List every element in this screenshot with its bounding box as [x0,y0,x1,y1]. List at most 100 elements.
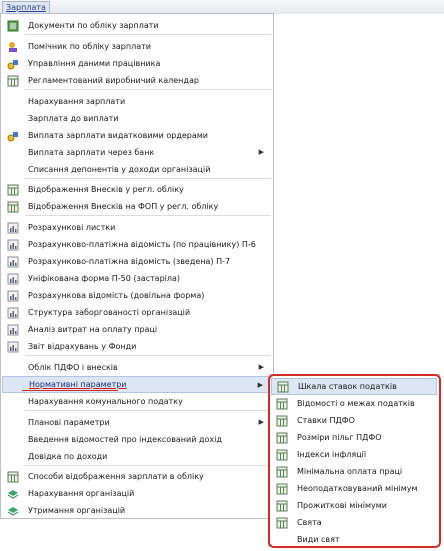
document-list-icon [2,17,24,34]
report-icon [2,236,24,253]
menu-item[interactable]: Довідка по доходи [2,448,272,465]
submenu-item[interactable]: Ставки ПДФО [271,412,437,429]
submenu-item-label: Мінімальна оплата праці [297,467,403,476]
menu-item-label: Утримання організацій [28,506,126,515]
report-icon [2,219,24,236]
menu-separator [25,89,271,90]
menu-item[interactable]: Управління даними працівника [2,55,272,72]
menu-item[interactable]: Аналіз витрат на оплату праці [2,321,272,338]
report-icon [2,287,24,304]
menu-item-label: Звіт відрахувань у Фонди [28,342,137,351]
menu-item-label: Способи відображення зарплати в обліку [28,472,204,481]
menu-item[interactable]: Способи відображення зарплати в обліку [2,468,272,485]
menu-item-label: Нормативні параметри [29,380,127,389]
submenu-arrow-icon: ▶ [258,148,264,156]
submenu-item[interactable]: Індекси інфляції [271,446,437,463]
menu-item[interactable]: Відображення Внесків на ФОП у регл. облі… [2,198,272,215]
menu-item[interactable]: Розрахункові листки [2,219,272,236]
menu-separator [25,410,271,411]
submenu-item-label: Відомості о межах податків [297,399,415,408]
menu-item[interactable]: Розрахунково-платіжна відомість (по прац… [2,236,272,253]
submenu-arrow-icon: ▶ [258,363,264,371]
menu-item[interactable]: Облік ПДФО і внесків ▶ [2,359,272,376]
table-icon [271,514,293,531]
menu-item[interactable]: Розрахункова відомість (довільна форма) [2,287,272,304]
menu-item[interactable]: Документи по обліку зарплати [2,17,272,34]
table-icon [2,198,24,215]
submenu-item[interactable]: Неоподатковуваний мінімум [271,480,437,497]
submenu-arrow-icon: ▶ [257,381,263,389]
menu-separator [25,215,271,216]
menu-item-label: Виплата зарплати через банк [28,148,155,157]
menu-item-label: Управління даними працівника [28,59,161,68]
table-icon [271,497,293,514]
menu-item-label: Відображення Внесків у регл. обліку [28,185,184,194]
submenu-item[interactable]: Відомості о межах податків [271,395,437,412]
menu-item-label: Нарахування комунального податку [28,397,183,406]
menu-item[interactable]: Розрахунково-платіжна відомість (зведена… [2,253,272,270]
menu-item-label: Нарахування зарплати [28,97,126,106]
menu-item[interactable]: Утримання організацій [2,502,272,519]
menu-item-label: Відображення Внесків на ФОП у регл. облі… [28,202,219,211]
menu-item-label: Документи по обліку зарплати [28,21,159,30]
menu-separator [25,465,271,466]
menu-item[interactable]: Нарахування зарплати [2,93,272,110]
menu-item[interactable]: Структура заборгованості організацій [2,304,272,321]
menu-item-label: Розрахунково-платіжна відомість (по прац… [28,240,256,249]
submenu-item-label: Індекси інфляції [297,450,367,459]
menu-item[interactable]: Помічник по обліку зарплати [2,38,272,55]
menu-item-label: Розрахункові листки [28,223,116,232]
table-icon [2,181,24,198]
menu-item[interactable]: Планові параметри ▶ [2,414,272,431]
menu-item[interactable]: Списання депонентів у доходи організацій [2,161,272,178]
normative-params-submenu: Шкала ставок податків Відомості о межах п… [268,374,440,547]
menu-item-label: Списання депонентів у доходи організацій [28,165,211,174]
menu-item[interactable]: Регламентований виробничий календар [2,72,272,89]
menu-item[interactable]: Уніфікована форма П-50 (застаріла) [2,270,272,287]
report-icon [2,253,24,270]
menu-item[interactable]: Нарахування організацій [2,485,272,502]
menu-item[interactable]: Введення відомостей про індексований дох… [2,431,272,448]
stack-icon [2,485,24,502]
report-icon [2,304,24,321]
menu-item[interactable]: Виплата зарплати видатковими ордерами [2,127,272,144]
menu-item[interactable]: Звіт відрахувань у Фонди [2,338,272,355]
menu-item-label: Введення відомостей про індексований дох… [28,435,222,444]
submenu-item[interactable]: Мінімальна оплата праці [271,463,437,480]
menu-item-label: Розрахункова відомість (довільна форма) [28,291,205,300]
calendar-icon [2,72,24,89]
menu-item-label: Регламентований виробничий календар [28,76,199,85]
menu-separator [25,355,271,356]
assistant-icon [2,38,24,55]
submenu-item[interactable]: Прожиткові мінімуми [271,497,437,514]
report-icon [2,270,24,287]
menu-bar: Зарплата [0,0,444,14]
submenu-item[interactable]: Види свят [271,531,437,548]
submenu-item[interactable]: Шкала ставок податків [271,378,437,395]
menu-item-label: Помічник по обліку зарплати [28,42,151,51]
submenu-item-label: Неоподатковуваний мінімум [297,484,418,493]
table-icon [271,429,293,446]
payment-key-icon [2,127,24,144]
table-icon [271,463,293,480]
submenu-item-label: Ставки ПДФО [297,416,355,425]
submenu-item[interactable]: Розміри пільг ПДФО [271,429,437,446]
menu-item-label: Зарплата до виплати [28,114,119,123]
stack-icon [2,502,24,519]
menu-item[interactable]: Нарахування комунального податку [2,393,272,410]
menu-item[interactable]: Виплата зарплати через банк ▶ [2,144,272,161]
submenu-item[interactable]: Свята [271,514,437,531]
submenu-item-label: Шкала ставок податків [298,382,397,391]
menu-item[interactable]: Зарплата до виплати [2,110,272,127]
report-icon [2,321,24,338]
menu-item-label: Облік ПДФО і внесків [28,363,118,372]
menu-item-label: Виплата зарплати видатковими ордерами [28,131,208,140]
report-icon [2,338,24,355]
highlight-underline [22,390,118,391]
table-icon [272,378,294,395]
submenu-item-label: Свята [297,518,322,527]
submenu-item-label: Розміри пільг ПДФО [297,433,382,442]
table-icon [271,395,293,412]
menu-item[interactable]: Відображення Внесків у регл. обліку [2,181,272,198]
menu-item-label: Довідка по доходи [28,452,108,461]
